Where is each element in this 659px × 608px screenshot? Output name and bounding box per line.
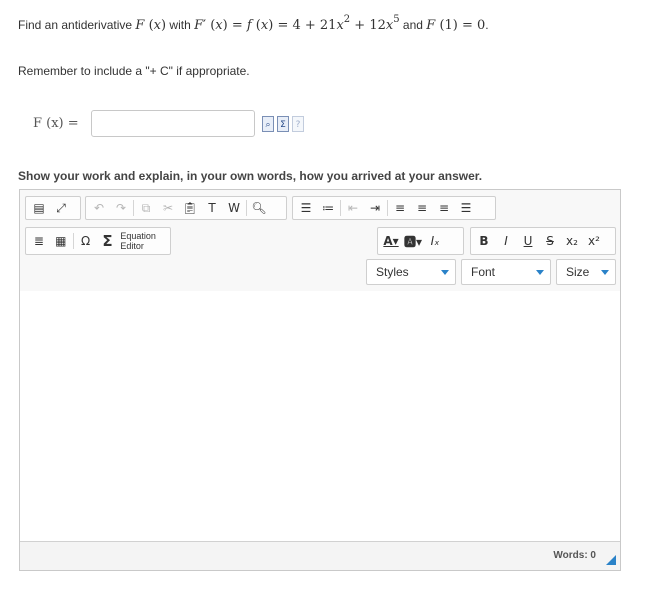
text-color-icon[interactable]: A▾ xyxy=(380,231,402,251)
help-icon[interactable]: ? xyxy=(292,116,304,132)
font-dropdown[interactable]: Font xyxy=(461,259,551,285)
subscript-icon[interactable]: x₂ xyxy=(561,231,583,251)
editor-content-area[interactable] xyxy=(20,291,620,541)
remember-note: Remember to include a "+ C" if appropria… xyxy=(18,64,250,78)
paste-word-icon[interactable]: W xyxy=(223,198,245,218)
chevron-down-icon xyxy=(601,270,609,275)
answer-input[interactable] xyxy=(91,110,255,137)
size-dropdown[interactable]: Size xyxy=(556,259,616,285)
toolbar-group-basic-styles: B I U S x₂ x² xyxy=(470,227,616,255)
styles-dropdown[interactable]: Styles xyxy=(366,259,456,285)
word-count: Words: 0 xyxy=(553,550,596,561)
equation-editor-button[interactable]: Equation Editor xyxy=(120,231,168,251)
toolbar-group-clipboard: ↶ ↷ ⧉ ✂ 📋︎ T W 🔍︎ xyxy=(85,196,287,220)
bold-icon[interactable]: B xyxy=(473,231,495,251)
editor-footer: Words: 0 xyxy=(20,541,620,570)
sigma-icon[interactable]: Σ xyxy=(277,116,289,132)
question-text: Find an antiderivative F (x) with F′ (x)… xyxy=(18,13,489,33)
chevron-down-icon xyxy=(441,270,449,275)
align-right-icon[interactable]: ≡ xyxy=(433,198,455,218)
source-icon[interactable]: ▤ xyxy=(28,198,50,218)
equation-sigma-icon[interactable]: Σ xyxy=(97,231,119,251)
underline-icon[interactable]: U xyxy=(517,231,539,251)
horizontal-rule-icon[interactable]: ≣ xyxy=(28,231,50,251)
maximize-icon[interactable]: ⤢ xyxy=(50,198,72,218)
align-center-icon[interactable]: ≡ xyxy=(411,198,433,218)
superscript-icon[interactable]: x² xyxy=(583,231,605,251)
math-F-of-x: F (x) xyxy=(135,18,167,33)
paste-text-icon[interactable]: T xyxy=(201,198,223,218)
cut-icon[interactable]: ✂ xyxy=(157,198,179,218)
instructions-text: Show your work and explain, in your own … xyxy=(18,169,483,183)
toolbar-group-view: ▤ ⤢ xyxy=(25,196,81,220)
italic-icon[interactable]: I xyxy=(495,231,517,251)
toolbar-group-paragraph: ☰ ≔ ⇤ ⇥ ≡ ≡ ≡ ☰ xyxy=(292,196,496,220)
insert-tools-group: ≣ ▦ Ω Σ Equation Editor xyxy=(25,227,171,255)
resize-handle-icon[interactable] xyxy=(606,555,616,565)
remove-format-icon[interactable]: Iₓ xyxy=(424,231,446,251)
strikethrough-icon[interactable]: S xyxy=(539,231,561,251)
redo-icon[interactable]: ↷ xyxy=(110,198,132,218)
bulleted-list-icon[interactable]: ≔ xyxy=(317,198,339,218)
undo-icon[interactable]: ↶ xyxy=(88,198,110,218)
copy-icon[interactable]: ⧉ xyxy=(135,198,157,218)
math-preview-icon[interactable]: ⌕ xyxy=(262,116,274,132)
indent-icon[interactable]: ⇥ xyxy=(364,198,386,218)
bg-color-icon[interactable]: 🅰︎▾ xyxy=(402,231,424,251)
toolbar-group-colors: A▾ 🅰︎▾ Iₓ xyxy=(377,227,464,255)
answer-label: F (x) = xyxy=(33,116,79,131)
align-left-icon[interactable]: ≡ xyxy=(389,198,411,218)
math-initial-condition: F (1) = 0 xyxy=(426,18,486,33)
paste-icon[interactable]: 📋︎ xyxy=(179,198,201,218)
outdent-icon[interactable]: ⇤ xyxy=(342,198,364,218)
math-input-tools: ⌕ Σ ? xyxy=(262,116,304,132)
align-justify-icon[interactable]: ☰ xyxy=(455,198,477,218)
table-icon[interactable]: ▦ xyxy=(50,231,72,251)
chevron-down-icon xyxy=(536,270,544,275)
find-icon[interactable]: 🔍︎ xyxy=(248,198,270,218)
special-char-icon[interactable]: Ω xyxy=(75,231,97,251)
rich-text-editor: ▤ ⤢ ↶ ↷ ⧉ ✂ 📋︎ T W 🔍︎ ☰ ≔ ⇤ ⇥ ≡ ≡ ≡ ☰ ≣ … xyxy=(19,189,621,571)
numbered-list-icon[interactable]: ☰ xyxy=(295,198,317,218)
editor-toolbar: ▤ ⤢ ↶ ↷ ⧉ ✂ 📋︎ T W 🔍︎ ☰ ≔ ⇤ ⇥ ≡ ≡ ≡ ☰ ≣ … xyxy=(20,190,620,292)
math-derivative-equation: F′ (x) = f (x) = 4 + 21x2 + 12x5 xyxy=(194,13,400,33)
